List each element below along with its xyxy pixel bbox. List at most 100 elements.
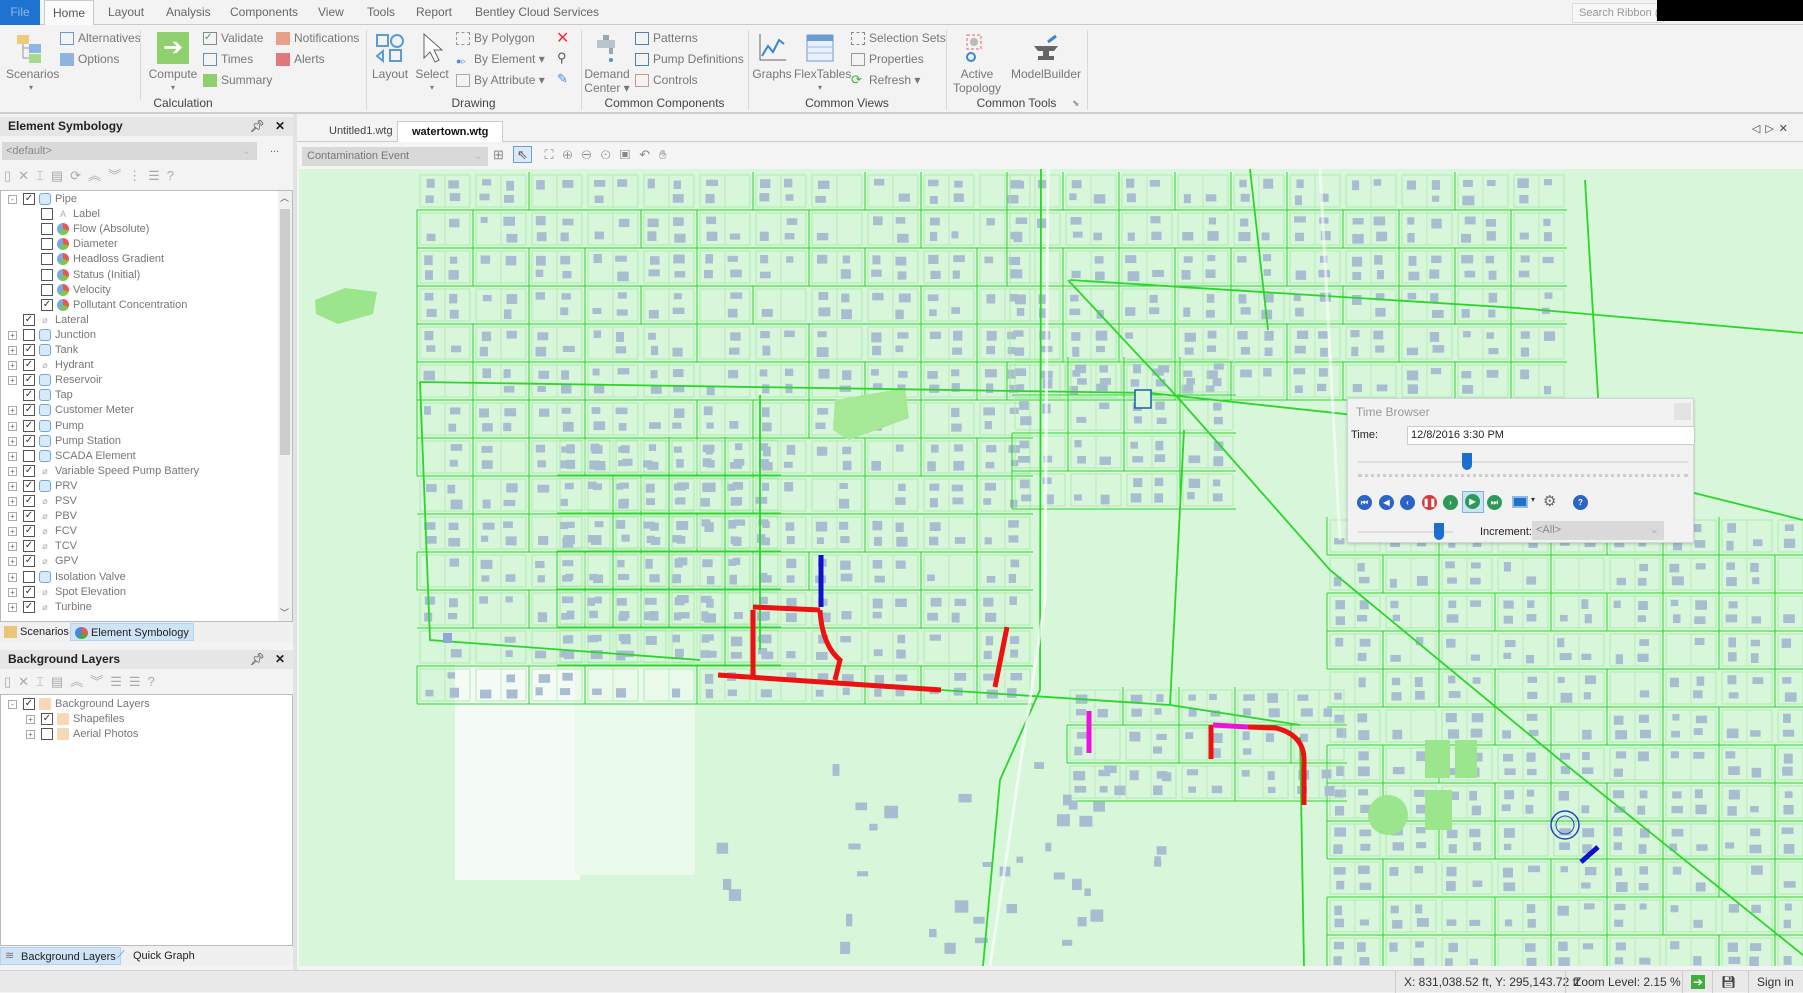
- eraser-icon[interactable]: ✎: [557, 71, 568, 87]
- checkbox[interactable]: ✓: [23, 359, 35, 372]
- dialog-launcher-icon[interactable]: ⬊: [1072, 98, 1080, 109]
- tab-scenarios[interactable]: Scenarios: [0, 623, 73, 641]
- more-button[interactable]: ...: [270, 143, 279, 155]
- options-button[interactable]: Options: [60, 51, 119, 68]
- scroll-down-icon[interactable]: ﹀: [280, 606, 289, 619]
- new-icon[interactable]: ▯: [4, 168, 18, 183]
- expand-icon[interactable]: +: [8, 587, 17, 597]
- forward-icon[interactable]: ›: [1443, 495, 1458, 510]
- checkbox[interactable]: ✓: [23, 464, 35, 477]
- by-attribute-button[interactable]: By Attribute ▾: [456, 72, 545, 89]
- checkbox[interactable]: ✓: [23, 495, 35, 507]
- tab-background-layers[interactable]: ≋ Background Layers: [0, 947, 121, 965]
- record-video-icon[interactable]: [1512, 496, 1528, 508]
- play-button[interactable]: ▶: [1462, 491, 1484, 513]
- scenarios-button[interactable]: Scenarios ▾: [6, 32, 59, 95]
- checkbox[interactable]: ✓: [23, 193, 35, 205]
- tab-analysis[interactable]: Analysis: [158, 0, 219, 25]
- tab-bentley-cloud-services[interactable]: Bentley Cloud Services: [467, 0, 607, 25]
- tab-file[interactable]: File: [0, 0, 40, 25]
- select-pointer-icon[interactable]: ⇖: [512, 146, 532, 163]
- checkbox[interactable]: ✓: [23, 419, 35, 432]
- splitter[interactable]: [293, 114, 297, 970]
- increment-dropdown[interactable]: <All> ⌄: [1532, 521, 1664, 540]
- expand-icon[interactable]: +: [8, 497, 17, 506]
- checkbox[interactable]: ✓: [23, 555, 35, 568]
- expand-icon[interactable]: ⋮: [128, 168, 148, 183]
- add-folder-icon[interactable]: ☰: [148, 168, 167, 183]
- expand-icon[interactable]: +: [8, 451, 17, 461]
- checkbox[interactable]: ✓: [23, 525, 35, 538]
- tab-untitled1[interactable]: Untitled1.wtg: [315, 121, 407, 142]
- select-button[interactable]: Select ▾: [414, 32, 450, 95]
- tab-report[interactable]: Report: [408, 0, 460, 25]
- back-icon[interactable]: ‹: [1400, 495, 1415, 510]
- speed-slider-thumb[interactable]: [1433, 523, 1444, 540]
- checkbox[interactable]: ✓: [23, 374, 35, 387]
- refresh-icon[interactable]: ⟳: [70, 168, 88, 183]
- demand-center-button[interactable]: Demand Center ▾: [584, 32, 630, 95]
- summary-button[interactable]: Summary: [203, 72, 272, 89]
- zoom-extents-icon[interactable]: ⛶: [544, 147, 562, 162]
- edit-icon[interactable]: ▤: [51, 168, 70, 183]
- validate-button[interactable]: ✓ Validate: [203, 30, 263, 47]
- checkbox[interactable]: ✓: [23, 479, 35, 492]
- expand-icon[interactable]: +: [8, 436, 17, 446]
- checkbox[interactable]: ✓: [23, 510, 35, 523]
- compute-status[interactable]: ➔: [1682, 971, 1713, 993]
- expand-icon[interactable]: +: [8, 481, 17, 491]
- time-slider-thumb[interactable]: [1461, 453, 1472, 470]
- scroll-right-icon[interactable]: ▷: [1765, 123, 1778, 135]
- help-icon[interactable]: ?: [148, 674, 162, 689]
- move-down-icon[interactable]: ︾: [90, 674, 110, 689]
- expand-icon[interactable]: +: [8, 361, 17, 371]
- checkbox[interactable]: ✓: [23, 585, 35, 598]
- tab-element-symbology[interactable]: Element Symbology: [70, 623, 194, 641]
- zoom-previous-icon[interactable]: ↶: [639, 147, 659, 162]
- scenario-dropdown[interactable]: Contamination Event ⌄: [302, 147, 488, 166]
- checkbox[interactable]: ✓: [23, 434, 35, 447]
- checkbox[interactable]: [41, 728, 53, 741]
- graphs-button[interactable]: Graphs: [752, 32, 792, 81]
- zoom-out-icon[interactable]: ⊖: [582, 147, 601, 162]
- move-up-icon[interactable]: ︽: [70, 674, 90, 689]
- save-icon[interactable]: 💾︎: [1712, 971, 1744, 993]
- checkbox[interactable]: [23, 570, 35, 583]
- last-step-icon[interactable]: ⏭: [1487, 495, 1502, 510]
- scrollbar[interactable]: ︿ ﹀: [278, 191, 292, 621]
- tab-quick-graph[interactable]: ⟋ Quick Graph: [113, 947, 199, 965]
- active-topology-button[interactable]: Active Topology: [953, 32, 1001, 95]
- scroll-up-icon[interactable]: ︿: [280, 191, 289, 204]
- tab-scroll-controls[interactable]: ◁▷✕: [1752, 122, 1793, 135]
- scrollbar-thumb[interactable]: [280, 209, 290, 455]
- expand-icon[interactable]: +: [8, 406, 17, 416]
- search-ribbon-input[interactable]: Search Ribbon (F: [1572, 3, 1664, 23]
- checkbox[interactable]: [41, 208, 53, 221]
- move-down-icon[interactable]: ︾: [108, 168, 128, 183]
- time-field[interactable]: 12/8/2016 3:30 PM: [1407, 426, 1695, 445]
- remove-folder-icon[interactable]: ☰: [129, 674, 148, 689]
- tab-tools[interactable]: Tools: [359, 0, 403, 25]
- chevron-down-icon[interactable]: ▾: [1531, 495, 1535, 504]
- zoom-window-icon[interactable]: ⊙: [601, 147, 620, 162]
- compute-button[interactable]: ➔ Compute ▾: [148, 32, 198, 95]
- tree-view-icon[interactable]: ⊞: [493, 147, 513, 162]
- checkbox[interactable]: ✓: [23, 313, 35, 326]
- zoom-center-icon[interactable]: ▣: [620, 147, 639, 162]
- new-icon[interactable]: ▯: [4, 674, 18, 689]
- expand-icon[interactable]: +: [8, 346, 17, 355]
- properties-button[interactable]: Properties: [851, 51, 924, 68]
- add-folder-icon[interactable]: ☰: [110, 674, 129, 689]
- checkbox[interactable]: [41, 253, 53, 266]
- expand-icon[interactable]: +: [26, 730, 35, 740]
- zoom-in-icon[interactable]: ⊕: [563, 147, 582, 162]
- checkbox[interactable]: [41, 238, 53, 251]
- delete-icon[interactable]: ✕: [18, 168, 36, 183]
- selection-sets-button[interactable]: Selection Sets: [851, 30, 946, 47]
- expand-icon[interactable]: +: [8, 330, 17, 340]
- expand-icon[interactable]: +: [8, 421, 17, 431]
- checkbox[interactable]: ✓: [23, 404, 35, 417]
- controls-button[interactable]: Controls: [635, 72, 698, 89]
- expand-icon[interactable]: +: [8, 542, 17, 552]
- tab-watertown[interactable]: watertown.wtg: [397, 121, 504, 142]
